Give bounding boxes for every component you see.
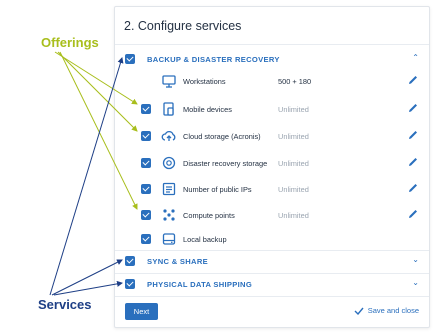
offerings-arrows [54,51,138,210]
services-annotation: Services [38,297,92,312]
offerings-annotation: Offerings [41,35,99,50]
services-arrows [49,57,124,296]
